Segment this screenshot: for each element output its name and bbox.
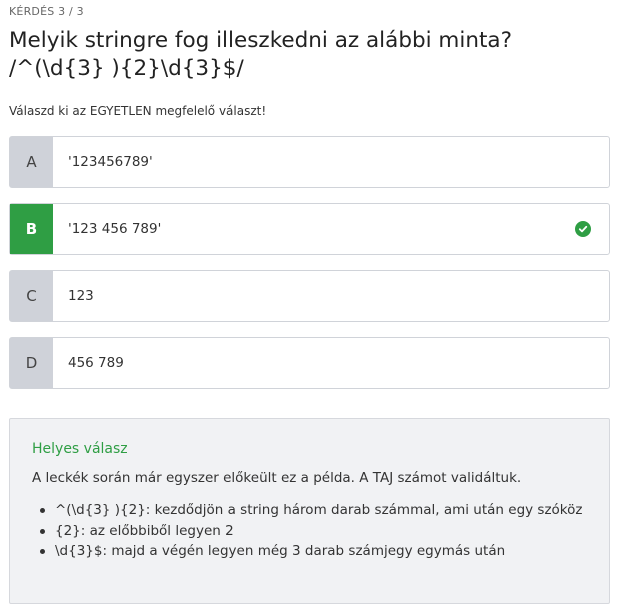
answer-letter: B <box>10 204 53 254</box>
question-title: Melyik stringre fog illeszkedni az alább… <box>9 27 512 83</box>
answer-option-b[interactable]: B '123 456 789' <box>9 203 610 255</box>
list-item-text: \d{3}$: majd a végén legyen még 3 darab … <box>55 543 506 559</box>
explanation-panel: Helyes válasz A leckék során már egyszer… <box>9 418 610 604</box>
bullet-icon <box>40 528 45 534</box>
explanation-list: ^(\d{3} ){2}: kezdődjön a string három d… <box>32 500 587 562</box>
answer-letter: C <box>10 271 53 321</box>
answer-option-c[interactable]: C 123 <box>9 270 610 322</box>
answer-option-d[interactable]: D 456 789 <box>9 337 610 389</box>
list-item-text: {2}: az előbbiből legyen 2 <box>55 522 234 539</box>
list-item-text: ^(\d{3} ){2}: kezdődjön a string három d… <box>55 502 583 518</box>
answer-letter: A <box>10 137 53 187</box>
question-counter: KÉRDÉS 3 / 3 <box>9 5 84 18</box>
answer-text: 123 <box>68 288 94 304</box>
check-circle-icon <box>575 221 591 237</box>
list-item: ^(\d{3} ){2}: kezdődjön a string három d… <box>40 500 587 521</box>
explanation-heading: Helyes válasz <box>32 441 128 457</box>
explanation-intro: A leckék során már egyszer előkeült ez a… <box>32 470 522 486</box>
answer-text: '123 456 789' <box>68 221 162 237</box>
list-item: \d{3}$: majd a végén legyen még 3 darab … <box>40 541 587 562</box>
check-icon-wrap <box>557 204 609 254</box>
question-title-text: Melyik stringre fog illeszkedni az alább… <box>9 28 512 53</box>
list-item: {2}: az előbbiből legyen 2 <box>40 521 587 542</box>
question-regex: /^(\d{3} ){2}\d{3}$/ <box>9 56 244 81</box>
bullet-icon <box>40 508 45 513</box>
answer-option-a[interactable]: A '123456789' <box>9 136 610 188</box>
bullet-icon <box>40 549 45 554</box>
instruction-text: Válaszd ki az EGYETLEN megfelelő választ… <box>9 104 267 118</box>
checkmark-icon <box>578 225 588 233</box>
answer-text: '123456789' <box>68 154 153 170</box>
answer-letter: D <box>10 338 53 388</box>
answer-text: 456 789 <box>68 355 124 371</box>
